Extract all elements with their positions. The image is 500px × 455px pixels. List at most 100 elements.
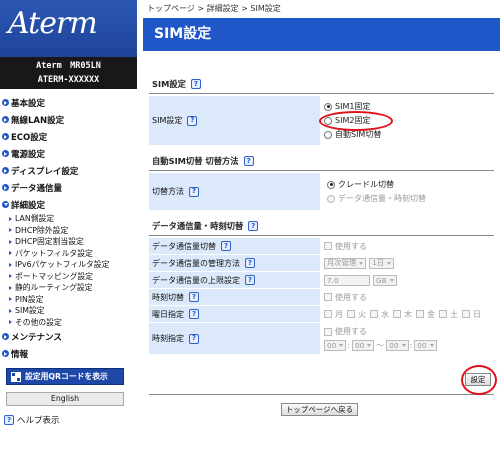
help-icon[interactable]: ? xyxy=(248,221,259,231)
time-to-minute-select[interactable]: 00 xyxy=(414,340,437,351)
sidebar-item-info[interactable]: 情報 xyxy=(0,345,137,362)
help-icon[interactable]: ? xyxy=(243,156,254,166)
triangle-right-icon xyxy=(9,320,12,325)
data-limit-unit-select[interactable]: GB xyxy=(373,274,397,286)
help-icon[interactable]: ? xyxy=(189,186,199,197)
checkbox-icon xyxy=(324,310,332,318)
data-switch-row: データ通信量切替? 使用する xyxy=(149,238,494,255)
checkbox-icon xyxy=(439,310,447,318)
chevron-down-icon xyxy=(401,344,406,347)
weekday-tue-checkbox[interactable]: 火 xyxy=(347,309,366,320)
triangle-right-icon xyxy=(9,216,12,221)
triangle-right-icon xyxy=(9,274,12,279)
triangle-right-icon xyxy=(9,297,12,302)
checkbox-icon xyxy=(370,310,378,318)
time-spec-checkbox[interactable]: 使用する xyxy=(324,325,494,339)
aterm-logo: Aterm xyxy=(8,6,98,41)
sidebar-subitem-dhcp-fixed[interactable]: DHCP固定割当設定 xyxy=(0,236,137,248)
row-label: 切替方法 ? xyxy=(149,173,321,210)
data-time-switch-section: データ通信量・時刻切替 ? データ通信量切替? 使用する データ通信量の管理方法… xyxy=(149,217,494,355)
chevron-down-icon xyxy=(359,261,364,265)
triangle-right-icon xyxy=(9,262,12,267)
show-qr-code-button[interactable]: 設定用QRコードを表示 xyxy=(6,368,124,385)
weekday-sun-checkbox[interactable]: 日 xyxy=(462,309,481,320)
sidebar-subitem-packet-filter[interactable]: パケットフィルタ設定 xyxy=(0,248,137,260)
sidebar-item-eco[interactable]: ECO設定 xyxy=(0,128,137,145)
sidebar-item-power[interactable]: 電源設定 xyxy=(0,145,137,162)
sidebar-subitem-ipv6-filter[interactable]: IPv6パケットフィルタ設定 xyxy=(0,259,137,271)
checkbox-icon xyxy=(416,310,424,318)
radio-selected-icon xyxy=(327,180,335,189)
data-switch-checkbox[interactable]: 使用する xyxy=(324,239,494,253)
chevron-down-icon xyxy=(429,344,434,347)
arrow-down-icon xyxy=(2,201,9,208)
radio-data-time-switch[interactable]: データ通信量・時刻切替 xyxy=(327,192,494,206)
weekday-sat-checkbox[interactable]: 土 xyxy=(439,309,458,320)
help-display-link[interactable]: ? ヘルプ表示 xyxy=(4,414,137,426)
breadcrumb: トップページ > 詳細設定 > SIM設定 xyxy=(147,4,281,13)
highlight-circle xyxy=(461,365,497,395)
weekday-fri-checkbox[interactable]: 金 xyxy=(416,309,435,320)
sidebar-subitem-pin[interactable]: PIN設定 xyxy=(0,294,137,306)
sidebar-subitem-other[interactable]: その他の設定 xyxy=(0,317,137,329)
sidebar-subitem-lan[interactable]: LAN側設定 xyxy=(0,213,137,225)
help-icon[interactable]: ? xyxy=(221,241,231,251)
arrow-right-icon xyxy=(2,99,9,106)
help-icon[interactable]: ? xyxy=(190,79,201,89)
time-to-hour-select[interactable]: 00 xyxy=(386,340,409,351)
device-name: ATERM-XXXXXX xyxy=(37,75,100,85)
mgmt-method-select[interactable]: 月次管理 xyxy=(324,257,367,269)
time-from-hour-select[interactable]: 00 xyxy=(324,340,347,351)
time-switch-row: 時刻切替? 使用する xyxy=(149,289,494,306)
help-icon[interactable]: ? xyxy=(245,258,255,268)
weekday-checkboxes: 月 火 水 木 金 土 日 xyxy=(324,307,494,321)
data-limit-row: データ通信量の上限設定? 7.0 GB xyxy=(149,272,494,289)
help-icon[interactable]: ? xyxy=(189,292,199,302)
time-spec-row: 時刻指定? 使用する 00: 00 〜 00: 00 xyxy=(149,323,494,355)
help-icon[interactable]: ? xyxy=(189,309,199,319)
device-model: Aterm MR05LN xyxy=(36,61,101,71)
sidebar-item-data-usage[interactable]: データ通信量 xyxy=(0,179,137,196)
sidebar-item-advanced[interactable]: 詳細設定 xyxy=(0,196,137,213)
weekday-thu-checkbox[interactable]: 木 xyxy=(393,309,412,320)
sidebar-subitem-port-mapping[interactable]: ポートマッピング設定 xyxy=(0,271,137,283)
triangle-right-icon xyxy=(9,228,12,233)
row-label: 時刻指定? xyxy=(149,323,321,354)
help-icon[interactable]: ? xyxy=(245,275,255,285)
checkbox-icon xyxy=(462,310,470,318)
mgmt-day-select[interactable]: 1日 xyxy=(369,257,395,269)
sidebar-item-wlan[interactable]: 無線LAN設定 xyxy=(0,111,137,128)
time-range-separator: 〜 xyxy=(376,341,385,350)
arrow-right-icon xyxy=(2,184,9,191)
sidebar-subitem-static-routing[interactable]: 静的ルーティング設定 xyxy=(0,282,137,294)
checkbox-icon xyxy=(324,242,332,250)
row-label: データ通信量切替? xyxy=(149,238,321,254)
radio-cradle-switch[interactable]: クレードル切替 xyxy=(327,178,494,192)
sidebar-item-maintenance[interactable]: メンテナンス xyxy=(0,328,137,345)
device-info: Aterm MR05LN ATERM-XXXXXX xyxy=(0,57,137,89)
sidebar-subitem-sim[interactable]: SIM設定 xyxy=(0,305,137,317)
row-label: 時刻切替? xyxy=(149,289,321,305)
sidebar-item-display[interactable]: ディスプレイ設定 xyxy=(0,162,137,179)
data-limit-input[interactable]: 7.0 xyxy=(324,274,370,286)
data-mgmt-row: データ通信量の管理方法? 月次管理 1日 xyxy=(149,255,494,272)
weekday-wed-checkbox[interactable]: 水 xyxy=(370,309,389,320)
section-heading: データ通信量・時刻切替 ? xyxy=(149,217,494,236)
time-from-minute-select[interactable]: 00 xyxy=(352,340,375,351)
back-to-top-button[interactable]: トップページへ戻る xyxy=(281,403,358,416)
english-button[interactable]: English xyxy=(6,392,124,406)
arrow-right-icon xyxy=(2,167,9,174)
auto-switch-section: 自動SIM切替 切替方法 ? 切替方法 ? クレードル切替 データ通信量・時刻切… xyxy=(149,152,494,211)
checkbox-icon xyxy=(393,310,401,318)
time-switch-checkbox[interactable]: 使用する xyxy=(324,290,494,304)
chevron-down-icon xyxy=(389,278,394,282)
arrow-right-icon xyxy=(2,333,9,340)
sidebar-item-basic[interactable]: 基本設定 xyxy=(0,94,137,111)
triangle-right-icon xyxy=(9,285,12,290)
help-icon[interactable]: ? xyxy=(189,333,199,344)
sidebar-subitem-dhcp-exclude[interactable]: DHCP除外設定 xyxy=(0,225,137,237)
help-icon[interactable]: ? xyxy=(187,115,198,126)
main-content: トップページ > 詳細設定 > SIM設定 SIM設定 SIM設定 ? SIM設… xyxy=(143,0,500,455)
weekday-mon-checkbox[interactable]: 月 xyxy=(324,309,343,320)
sidebar-nav: 基本設定 無線LAN設定 ECO設定 電源設定 ディスプレイ設定 データ通信量 … xyxy=(0,89,137,362)
